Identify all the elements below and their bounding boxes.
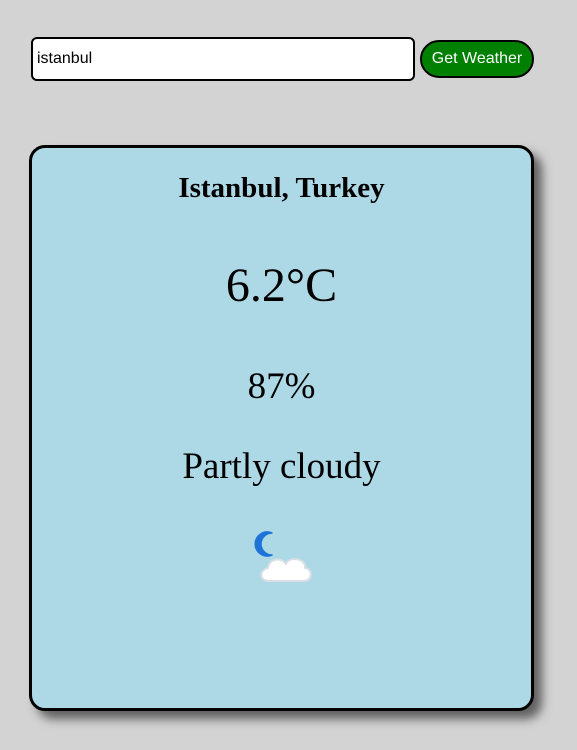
city-search-input[interactable]: [31, 37, 415, 81]
temperature-value: 6.2°C: [225, 259, 338, 312]
partly-cloudy-night-icon: [254, 531, 312, 582]
search-bar: Get Weather: [31, 37, 534, 81]
get-weather-button[interactable]: Get Weather: [420, 40, 534, 78]
weather-condition: Partly cloudy: [182, 446, 381, 487]
weather-card: Istanbul, Turkey 6.2°C 87% Partly cloudy: [29, 145, 534, 711]
location-heading: Istanbul, Turkey: [178, 172, 385, 204]
humidity-value: 87%: [247, 366, 316, 407]
